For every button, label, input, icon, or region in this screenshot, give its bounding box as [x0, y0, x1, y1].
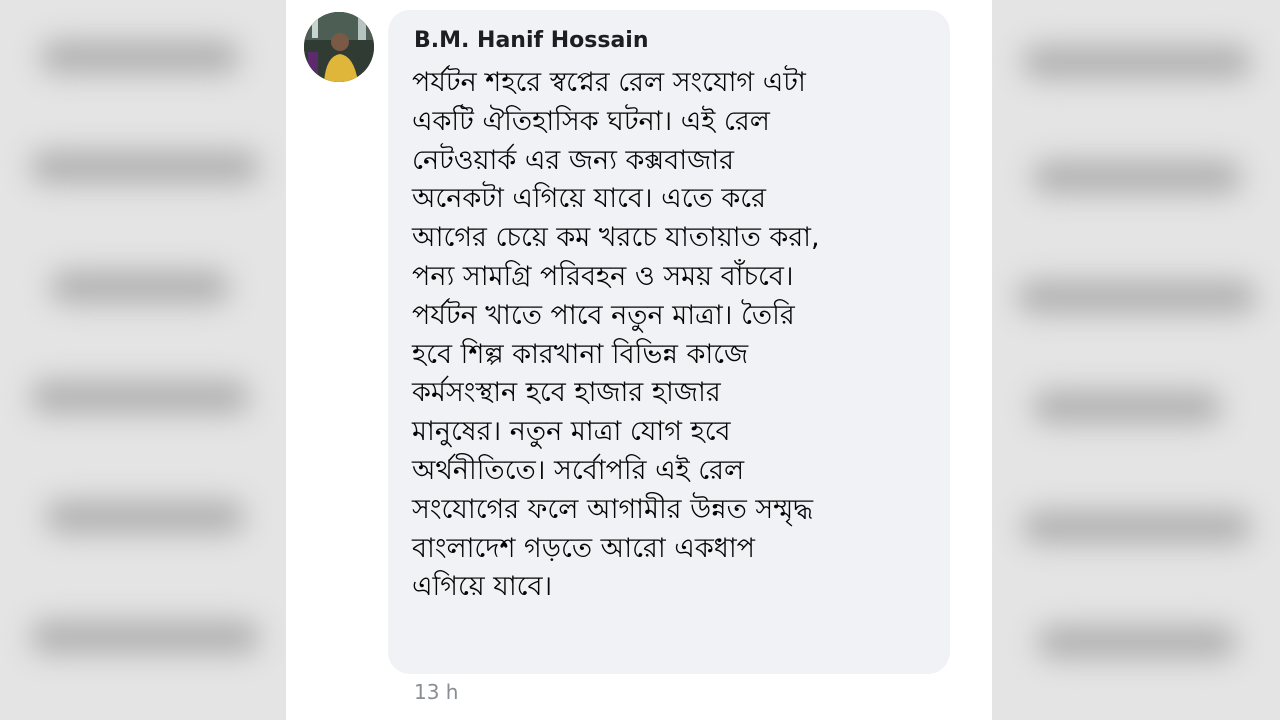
comment-text-line: মানুষের। নতুন মাত্রা যোগ হবে [412, 416, 731, 448]
avatar[interactable] [304, 12, 374, 82]
blurred-background-left [0, 0, 286, 720]
screenshot-stage: B.M. Hanif Hossain পর্যটন শহরে স্বপ্নের … [0, 0, 1280, 720]
comment-text-line: একটি ঐতিহাসিক ঘটনা। এই রেল [412, 105, 770, 137]
comment-text-line: কর্মসংস্থান হবে হাজার হাজার [412, 377, 721, 409]
blurred-background-right [992, 0, 1280, 720]
comment-timestamp[interactable]: 13 h [414, 680, 458, 704]
comment-text-line: অনেকটা এগিয়ে যাবে। এতে করে [412, 183, 766, 215]
comment-text-line: এগিয়ে যাবে। [412, 571, 553, 603]
comment-text-line: পর্যটন শহরে স্বপ্নের রেল সংযোগ এটা [412, 67, 806, 98]
comment-body: পর্যটন শহরে স্বপ্নের রেল সংযোগ এটা একটি … [412, 64, 942, 607]
comment-text-line: হবে শিল্প কারখানা বিভিন্ন কাজে [412, 338, 749, 370]
comment-author-name[interactable]: B.M. Hanif Hossain [414, 28, 649, 53]
comment-text-line: আগের চেয়ে কম খরচে যাতায়াত করা, [412, 222, 820, 254]
comment-text-line: পন্য সামগ্রি পরিবহন ও সময় বাঁচবে। [412, 260, 794, 292]
comment-text-line: সংযোগের ফলে আগামীর উন্নত সম্মৃদ্ধ [412, 493, 814, 525]
comment-text-line: নেটওয়ার্ক এর জন্য কক্সবাজার [412, 144, 734, 176]
comment-text-line: বাংলাদেশ গড়তে আরো একধাপ [412, 532, 756, 564]
profile-photo-icon [304, 12, 374, 82]
comment-text-line: অর্থনীতিতে। সর্বোপরি এই রেল [412, 454, 745, 486]
comment-text-line: পর্যটন খাতে পাবে নতুন মাত্রা। তৈরি [412, 299, 795, 331]
